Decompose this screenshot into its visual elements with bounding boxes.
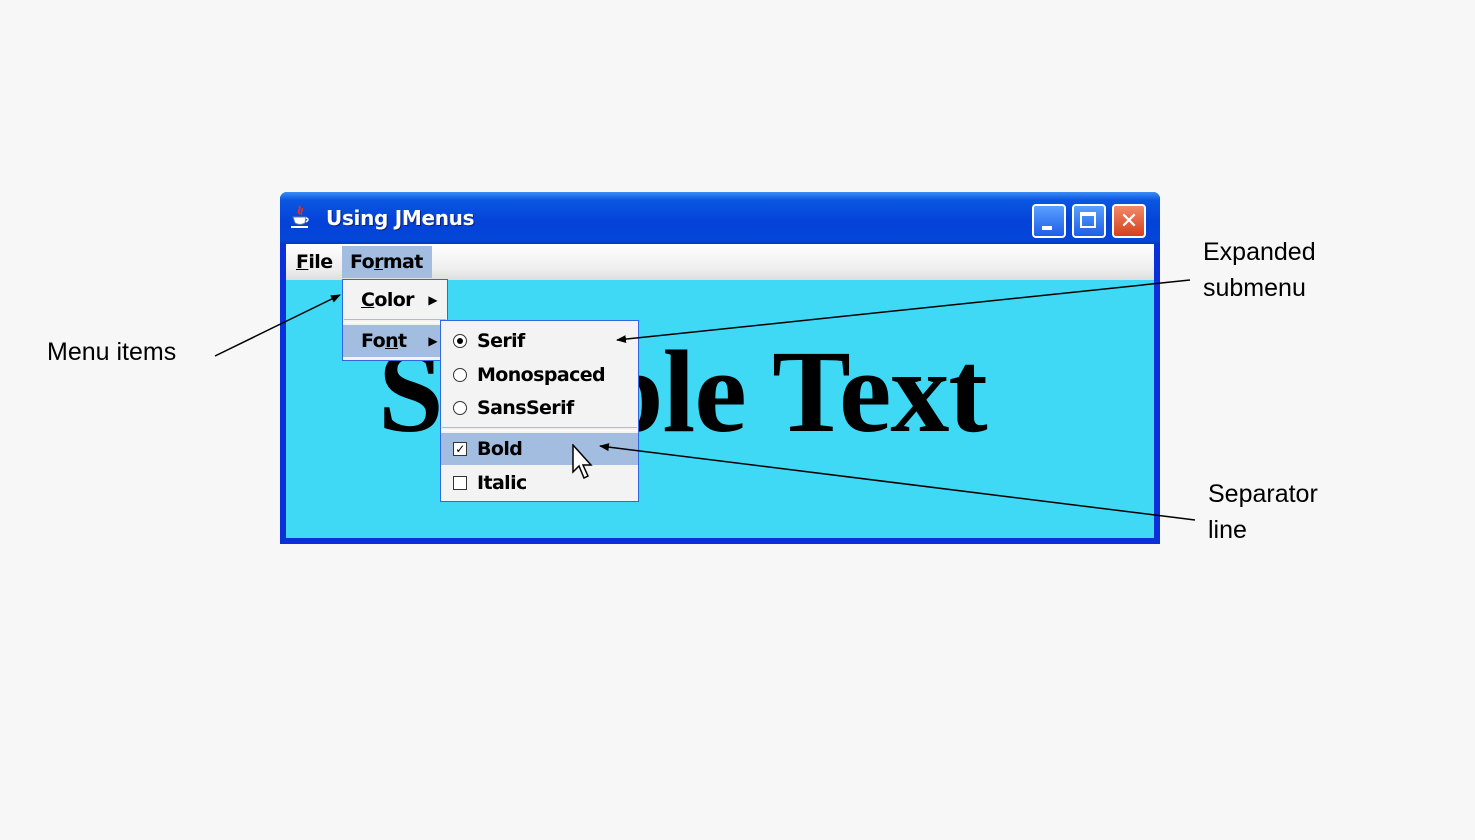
- callout-expanded-submenu-line-2: submenu: [1203, 274, 1306, 302]
- callout-separator-line-line-1: Separator: [1208, 480, 1318, 508]
- callout-arrow-submenu: [616, 279, 1191, 344]
- callout-menu-items: Menu items: [47, 338, 177, 366]
- callout-expanded-submenu: Expanded submenu: [1203, 234, 1316, 306]
- callout-expanded-submenu-line-1: Expanded: [1203, 238, 1316, 266]
- callout-arrow-separator: [599, 443, 1196, 521]
- callout-arrows: [214, 279, 1196, 521]
- callout-arrow-menu-items: [214, 294, 341, 357]
- callout-separator-line: Separator line: [1208, 476, 1318, 548]
- callout-separator-line-line-2: line: [1208, 516, 1247, 544]
